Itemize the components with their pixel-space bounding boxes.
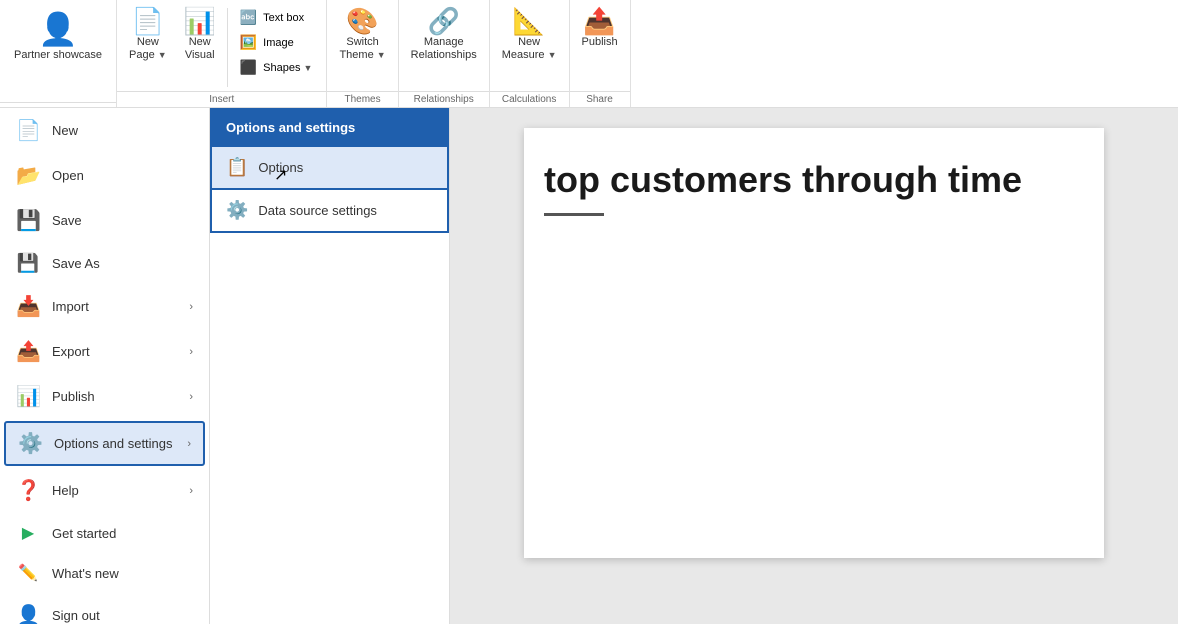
help-icon: ❓ [16,478,40,503]
ribbon-section-partner: 👤 Partner showcase [0,0,117,107]
new-visual-icon: 📊 [184,8,216,34]
submenu-header: Options and settings [210,108,449,147]
ribbon: 👤 Partner showcase 📄 NewPage ▼ 📊 NewVisu… [0,0,1178,108]
sign-out-icon: 👤 [16,603,40,624]
sidebar-item-publish-label: Publish [52,389,177,404]
new-visual-button[interactable]: 📊 NewVisual [175,4,225,76]
sidebar-item-save-label: Save [52,213,193,228]
sidebar-item-save-as[interactable]: 💾 Save As [0,243,209,284]
ribbon-section-insert-label: Insert [117,91,326,107]
partner-showcase-label: Partner showcase [14,48,102,62]
sidebar-item-get-started[interactable]: ▶ Get started [0,513,209,553]
ribbon-section-themes: 🎨 SwitchTheme ▼ Themes [327,0,398,107]
ribbon-section-themes-label: Themes [327,91,397,107]
partner-showcase-icon: 👤 [38,10,78,48]
new-measure-label: NewMeasure ▼ [502,36,557,62]
save-as-icon: 💾 [16,253,40,274]
import-icon: 📥 [16,294,40,319]
sidebar-item-options-label: Options and settings [54,436,175,451]
sidebar-item-save-as-label: Save As [52,256,193,271]
new-icon: 📄 [16,118,40,143]
switch-theme-icon: 🎨 [346,8,378,34]
switch-theme-button[interactable]: 🎨 SwitchTheme ▼ [331,4,393,76]
submenu-item-data-source[interactable]: ⚙️ Data source settings [210,190,449,233]
sidebar-item-publish[interactable]: 📊 Publish › [0,374,209,419]
new-page-label: NewPage ▼ [129,36,167,62]
sidebar-item-whats-new[interactable]: ✏️ What's new [0,553,209,593]
canvas-title: top customers through time [524,158,1104,201]
sidebar-item-sign-out[interactable]: 👤 Sign out [0,593,209,624]
image-icon: 🖼️ [240,34,257,51]
sidebar-item-open-label: Open [52,168,193,183]
canvas-page: top customers through time [524,128,1104,558]
ribbon-section-insert: 📄 NewPage ▼ 📊 NewVisual 🔤 Text box 🖼️ Im… [117,0,327,107]
ribbon-section-calculations: 📐 NewMeasure ▼ Calculations [490,0,570,107]
import-arrow-icon: › [189,301,193,313]
image-label: Image [263,37,294,49]
options-icon: 📋 [226,157,248,178]
sidebar-item-import[interactable]: 📥 Import › [0,284,209,329]
text-box-button[interactable]: 🔤 Text box [234,6,319,29]
whats-new-icon: ✏️ [16,563,40,583]
ribbon-section-relationships: 🔗 ManageRelationships Relationships [399,0,490,107]
save-icon: 💾 [16,208,40,233]
sidebar-item-export-label: Export [52,344,177,359]
sidebar-item-new[interactable]: 📄 New [0,108,209,153]
canvas-area: top customers through time [450,108,1178,624]
new-measure-button[interactable]: 📐 NewMeasure ▼ [494,4,565,76]
options-settings-icon: ⚙️ [18,431,42,456]
sidebar: 📄 New 📂 Open 💾 Save 💾 Save As 📥 Import ›… [0,108,210,624]
get-started-icon: ▶ [16,523,40,543]
main-area: 📄 New 📂 Open 💾 Save 💾 Save As 📥 Import ›… [0,108,1178,624]
switch-theme-label: SwitchTheme ▼ [339,36,385,62]
sidebar-item-sign-out-label: Sign out [52,608,193,623]
new-page-icon: 📄 [132,8,164,34]
publish-icon: 📤 [583,8,615,34]
sidebar-item-whats-new-label: What's new [52,566,193,581]
ribbon-section-share-label: Share [570,91,630,107]
sidebar-item-help-label: Help [52,483,177,498]
shapes-label: Shapes ▼ [263,62,312,74]
sidebar-item-open[interactable]: 📂 Open [0,153,209,198]
export-icon: 📤 [16,339,40,364]
shapes-icon: ⬛ [240,59,257,76]
ribbon-section-relationships-label: Relationships [399,91,489,107]
sidebar-item-new-label: New [52,123,193,138]
help-arrow-icon: › [189,485,193,497]
sidebar-item-help[interactable]: ❓ Help › [0,468,209,513]
partner-showcase-button[interactable]: 👤 Partner showcase [4,4,112,84]
ribbon-section-share: 📤 Publish Share [570,0,631,107]
data-source-icon: ⚙️ [226,200,248,221]
sidebar-item-save[interactable]: 💾 Save [0,198,209,243]
text-box-icon: 🔤 [240,9,257,26]
publish-button[interactable]: 📤 Publish [574,4,626,76]
submenu: Options and settings 📋 Options ↗ ⚙️ Data… [210,108,450,624]
text-box-label: Text box [263,12,304,24]
publish-arrow-icon: › [189,391,193,403]
ribbon-section-calculations-label: Calculations [490,91,569,107]
manage-relationships-icon: 🔗 [428,8,460,34]
sidebar-item-export[interactable]: 📤 Export › [0,329,209,374]
submenu-options-label: Options [258,160,303,175]
open-icon: 📂 [16,163,40,188]
submenu-item-options[interactable]: 📋 Options ↗ [210,147,449,190]
shapes-button[interactable]: ⬛ Shapes ▼ [234,56,319,79]
submenu-data-source-label: Data source settings [258,203,377,218]
export-arrow-icon: › [189,346,193,358]
new-visual-label: NewVisual [185,36,215,62]
manage-relationships-button[interactable]: 🔗 ManageRelationships [403,4,485,76]
manage-relationships-label: ManageRelationships [411,36,477,62]
image-button[interactable]: 🖼️ Image [234,31,319,54]
new-page-button[interactable]: 📄 NewPage ▼ [121,4,175,76]
sidebar-item-get-started-label: Get started [52,526,193,541]
new-measure-icon: 📐 [513,8,545,34]
sidebar-publish-icon: 📊 [16,384,40,409]
canvas-divider [544,213,604,216]
sidebar-item-import-label: Import [52,299,177,314]
publish-label: Publish [582,36,618,49]
options-arrow-icon: › [187,438,191,450]
sidebar-item-options-settings[interactable]: ⚙️ Options and settings › [4,421,205,466]
ribbon-section-partner-label [0,102,116,107]
